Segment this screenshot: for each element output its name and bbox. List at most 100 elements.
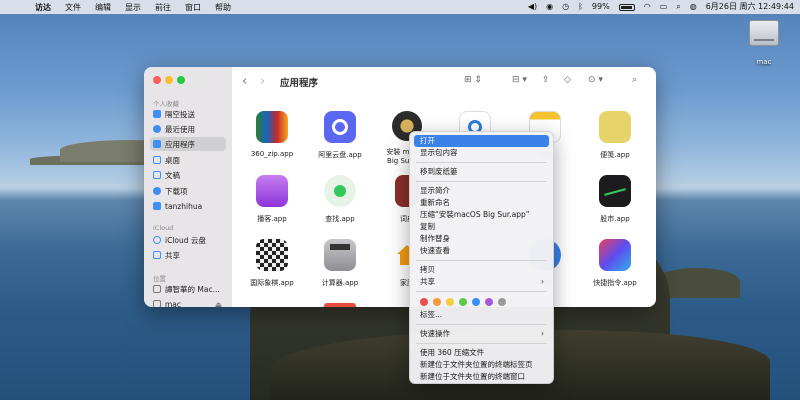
- back-button[interactable]: ‹: [242, 74, 247, 89]
- sidebar-item-label: 文稿: [165, 170, 180, 180]
- menu-finder[interactable]: 访达: [28, 2, 58, 13]
- tag-green[interactable]: [459, 298, 467, 306]
- app-item-partial[interactable]: [309, 303, 371, 307]
- sidebar-item-label: 最近使用: [165, 124, 195, 134]
- sidebar-item-airdrop[interactable]: 隔空投送: [150, 107, 226, 121]
- applications-icon: [153, 140, 161, 148]
- menu-item-make-alias[interactable]: 制作替身: [414, 233, 549, 245]
- calculator-icon: [324, 239, 356, 271]
- app-label: 阿里云盘.app: [318, 151, 362, 159]
- window-title: 应用程序: [280, 78, 319, 89]
- search-icon[interactable]: ⌕: [676, 0, 680, 14]
- more-actions-button[interactable]: ⊙ ▾: [588, 75, 603, 85]
- app-label: 便笺.app: [600, 151, 630, 159]
- chess-icon: [256, 239, 288, 271]
- view-mode-button[interactable]: ⊞ ⇕: [464, 75, 482, 85]
- menu-item-compress[interactable]: 压缩“安裝macOS Big Sur.app”: [414, 209, 549, 221]
- menu-item-quick-actions[interactable]: 快速操作 ›: [414, 328, 549, 340]
- search-icon[interactable]: ⌕: [632, 75, 637, 85]
- menu-separator: [416, 260, 547, 261]
- tag-icon[interactable]: ◇: [564, 75, 571, 85]
- tag-yellow[interactable]: [446, 298, 454, 306]
- menu-item-copy[interactable]: 拷贝: [414, 264, 549, 276]
- minimize-window-button[interactable]: [165, 76, 173, 84]
- bluetooth-icon[interactable]: ᛒ: [578, 0, 583, 14]
- desktop-disk[interactable]: mac: [747, 20, 781, 68]
- app-item[interactable]: 国际象棋.app: [241, 239, 303, 288]
- menu-item-label: 共享: [420, 277, 435, 286]
- sidebar-item-applications[interactable]: 应用程序: [150, 137, 226, 151]
- menu-separator: [416, 324, 547, 325]
- close-window-button[interactable]: [153, 76, 161, 84]
- sidebar-item-desktop[interactable]: 桌面: [150, 153, 226, 167]
- menu-help[interactable]: 帮助: [208, 2, 238, 13]
- sidebar-item-documents[interactable]: 文稿: [150, 168, 226, 182]
- control-center-icon[interactable]: ▭: [660, 0, 668, 14]
- menu-item-quick-look[interactable]: 快速查看: [414, 245, 549, 257]
- menu-item-duplicate[interactable]: 复制: [414, 221, 549, 233]
- wifi-icon[interactable]: ◠: [644, 0, 651, 14]
- clock-text[interactable]: 6月26日 周六 12:49:44: [706, 0, 794, 14]
- menu-item-get-info[interactable]: 显示简介: [414, 185, 549, 197]
- menu-item-new-terminal-window[interactable]: 新建位于文件夹位置的终端窗口: [414, 371, 549, 383]
- menu-view[interactable]: 显示: [118, 2, 148, 13]
- sidebar: 个人收藏 隔空投送 最近使用 应用程序 桌面 文稿 下载项 tanzhihua …: [144, 67, 232, 307]
- menu-go[interactable]: 前往: [148, 2, 178, 13]
- app-item[interactable]: 股市.app: [584, 175, 646, 224]
- menu-item-show-package-contents[interactable]: 显示包内容: [414, 147, 549, 159]
- app-item[interactable]: 360_zip.app: [241, 111, 303, 158]
- disk-icon: [153, 300, 161, 307]
- group-button[interactable]: ⊟ ▾: [512, 75, 527, 85]
- sidebar-item-recents[interactable]: 最近使用: [150, 122, 226, 136]
- siri-icon[interactable]: ◍: [690, 0, 697, 14]
- tag-purple[interactable]: [485, 298, 493, 306]
- sidebar-item-shared[interactable]: 共享: [150, 248, 226, 262]
- menu-separator: [416, 291, 547, 292]
- sidebar-item-downloads[interactable]: 下载项: [150, 184, 226, 198]
- eject-icon[interactable]: ⏏: [215, 300, 222, 308]
- desktop-icon: [153, 156, 161, 164]
- app-item[interactable]: 阿里云盘.app: [309, 111, 371, 160]
- tag-blue[interactable]: [472, 298, 480, 306]
- menu-item-rename[interactable]: 重新命名: [414, 197, 549, 209]
- sidebar-item-disk[interactable]: mac ⏏: [150, 297, 226, 307]
- disk-label: mac: [756, 58, 772, 66]
- app-item[interactable]: 快捷指令.app: [584, 239, 646, 288]
- submenu-arrow-icon: ›: [541, 277, 544, 286]
- tag-colors: [414, 295, 549, 309]
- user-icon[interactable]: ◉: [546, 0, 553, 14]
- document-icon: [153, 171, 161, 179]
- app-item[interactable]: 播客.app: [241, 175, 303, 224]
- app-item[interactable]: 计算器.app: [309, 239, 371, 288]
- menu-item-share[interactable]: 共享 ›: [414, 276, 549, 288]
- share-icon[interactable]: ⇪: [542, 75, 550, 85]
- home-icon: [153, 202, 161, 210]
- app-item[interactable]: 便笺.app: [584, 111, 646, 160]
- menu-file[interactable]: 文件: [58, 2, 88, 13]
- forward-button[interactable]: ›: [260, 74, 265, 89]
- app-item[interactable]: 查找.app: [309, 175, 371, 224]
- menu-item-new-terminal-tab[interactable]: 新建位于文件夹位置的终端标签页: [414, 359, 549, 371]
- menu-edit[interactable]: 编辑: [88, 2, 118, 13]
- sidebar-item-label: 共享: [165, 250, 180, 260]
- menu-item-360-compress[interactable]: 使用 360 压缩文件: [414, 347, 549, 359]
- tag-red[interactable]: [420, 298, 428, 306]
- cloud-drive-icon: [324, 111, 356, 143]
- sidebar-item-icloud-drive[interactable]: iCloud 云盘: [150, 233, 226, 247]
- sidebar-item-mac[interactable]: 譚智華的 Mac...: [150, 282, 226, 296]
- battery-text: 99%: [591, 2, 610, 11]
- menu-window[interactable]: 窗口: [178, 2, 208, 13]
- menu-separator: [416, 162, 547, 163]
- menu-item-tags[interactable]: 标签...: [414, 309, 549, 321]
- sidebar-item-home[interactable]: tanzhihua: [150, 199, 226, 213]
- menu-item-move-to-trash[interactable]: 移到废纸篓: [414, 166, 549, 178]
- battery-icon[interactable]: [618, 3, 635, 11]
- app-label: 播客.app: [257, 215, 287, 223]
- timer-icon[interactable]: ◷: [562, 0, 569, 14]
- tag-orange[interactable]: [433, 298, 441, 306]
- menu-item-open[interactable]: 打开: [414, 135, 549, 147]
- menu-item-label: 快速操作: [420, 329, 450, 338]
- volume-icon[interactable]: ◀︎): [528, 0, 537, 14]
- zoom-window-button[interactable]: [177, 76, 185, 84]
- tag-gray[interactable]: [498, 298, 506, 306]
